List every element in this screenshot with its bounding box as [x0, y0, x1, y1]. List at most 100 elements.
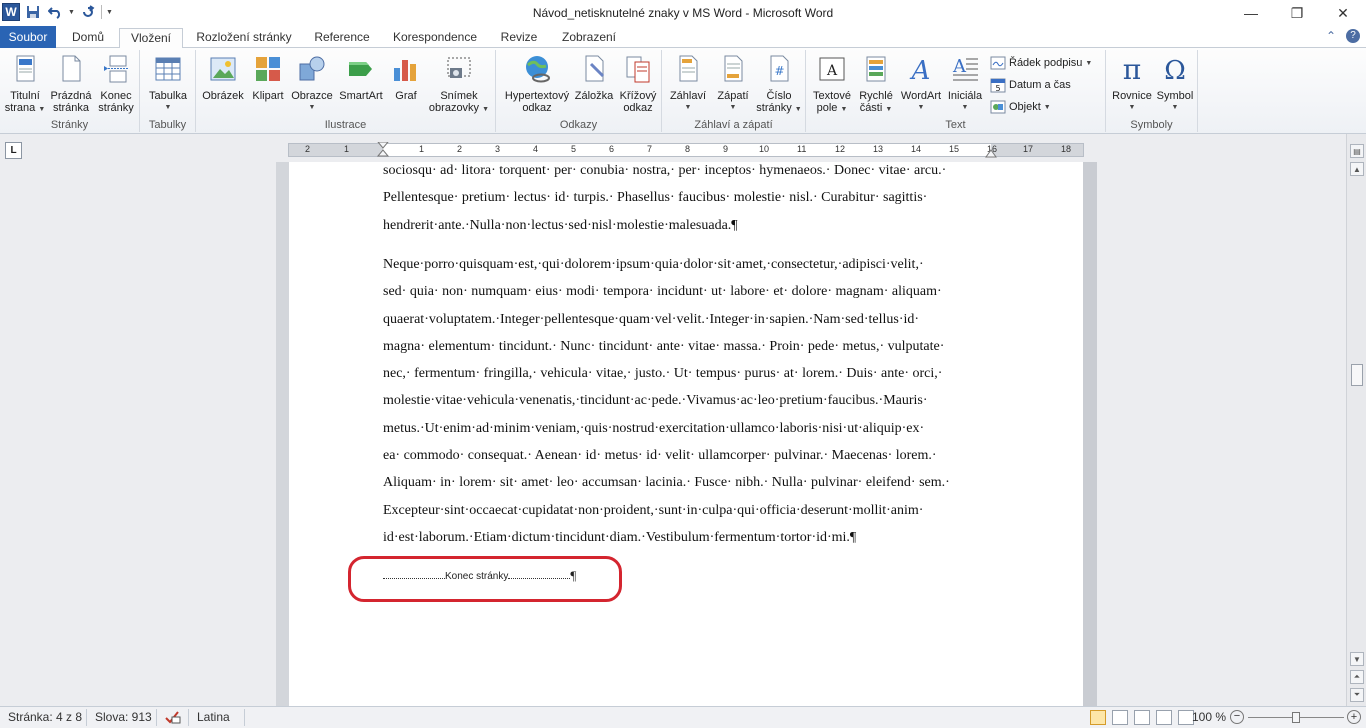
tab-insert[interactable]: Vložení	[119, 28, 183, 49]
minimize-icon[interactable]: —	[1228, 0, 1274, 26]
cover-page-icon	[16, 55, 35, 82]
quick-parts-button[interactable]: Rychlé části ▼	[856, 54, 896, 116]
screenshot-button[interactable]: Snímek obrazovky ▼	[426, 54, 492, 116]
svg-text:A: A	[910, 56, 931, 84]
tab-file[interactable]: Soubor	[0, 26, 56, 48]
minimize-ribbon-icon[interactable]: ⌃	[1326, 29, 1336, 43]
calendar-icon: 5	[990, 78, 1006, 93]
chart-icon	[394, 60, 416, 81]
tab-view[interactable]: Zobrazení	[554, 28, 624, 48]
picture-icon	[210, 57, 236, 81]
print-layout-icon[interactable]	[1090, 710, 1106, 725]
footer-icon	[724, 55, 743, 82]
page-number-icon: #	[770, 55, 789, 82]
smartart-icon	[349, 62, 372, 76]
status-bar: Stránka: 4 z 8 Slova: 913 Latina 100 % −…	[0, 706, 1366, 728]
svg-text:5: 5	[995, 84, 1000, 93]
previous-page-icon[interactable]: ⏶	[1350, 670, 1364, 684]
tab-selector[interactable]: L	[5, 142, 22, 159]
next-page-icon[interactable]: ⏷	[1350, 688, 1364, 702]
header-icon	[679, 55, 698, 82]
zoom-out-icon[interactable]: −	[1230, 710, 1244, 724]
quick-parts-icon	[866, 56, 886, 82]
bookmark-icon	[585, 55, 605, 82]
cover-page-button[interactable]: Titulní strana ▼	[3, 54, 47, 116]
ribbon-tabs: Soubor Domů Vložení Rozložení stránky Re…	[0, 26, 1366, 49]
object-button[interactable]: Objekt ▼	[990, 97, 1051, 117]
document-page[interactable]: sociosqu· ad· litora· torquent· per· con…	[289, 162, 1083, 706]
svg-text:A: A	[826, 63, 838, 79]
full-screen-reading-icon[interactable]	[1112, 710, 1128, 725]
scroll-up-icon[interactable]: ▲	[1350, 162, 1364, 176]
tab-references[interactable]: Reference	[306, 28, 378, 48]
date-time-button[interactable]: 5 Datum a čas	[990, 75, 1071, 95]
footer-button[interactable]: Zápatí ▼	[712, 54, 754, 114]
window-controls: — ❐ ✕	[1228, 0, 1366, 26]
tab-page-layout[interactable]: Rozložení stránky	[190, 28, 298, 48]
web-layout-icon[interactable]	[1134, 710, 1150, 725]
close-icon[interactable]: ✕	[1320, 0, 1366, 26]
equation-button[interactable]: π Rovnice ▼	[1110, 53, 1154, 114]
screenshot-icon	[447, 57, 471, 78]
drop-cap-icon: A	[952, 56, 978, 81]
smartart-button[interactable]: SmartArt	[336, 54, 386, 102]
page-count[interactable]: Stránka: 4 z 8	[8, 710, 82, 724]
symbol-button[interactable]: Ω Symbol ▼	[1154, 54, 1196, 114]
zoom-level[interactable]: 100 %	[1192, 710, 1226, 724]
wordart-button[interactable]: A WordArt ▼	[898, 54, 944, 114]
page-break-button[interactable]: Konec stránky	[94, 54, 138, 114]
table-button[interactable]: Tabulka ▼	[145, 54, 191, 114]
page-shadow	[1083, 162, 1097, 706]
svg-text:#: #	[774, 64, 784, 78]
ribbon: Titulní strana ▼ Prázdná stránka Konec s…	[0, 48, 1366, 134]
drop-cap-button[interactable]: A Iniciála ▼	[944, 54, 986, 114]
blank-page-button[interactable]: Prázdná stránka	[49, 54, 93, 114]
bookmark-button[interactable]: Záložka	[574, 54, 614, 102]
scroll-down-icon[interactable]: ▼	[1350, 652, 1364, 666]
svg-text:A: A	[952, 56, 967, 77]
vertical-scrollbar[interactable]: ▤ ▲ ▼ ⏶ ⏷	[1346, 134, 1366, 706]
group-header-footer: Záhlaví ▼ Zápatí ▼ # Číslo stránky ▼ Záh…	[662, 50, 806, 132]
table-icon	[155, 57, 181, 81]
view-ruler-icon[interactable]: ▤	[1350, 144, 1364, 158]
tab-home[interactable]: Domů	[62, 28, 114, 48]
red-highlight-circle	[348, 556, 622, 602]
omega-icon: Ω	[1164, 56, 1186, 86]
zoom-slider-thumb[interactable]	[1292, 712, 1300, 723]
proofing-icon[interactable]	[164, 710, 182, 725]
text-box-button[interactable]: A Textové pole ▼	[810, 54, 854, 116]
group-symbols: π Rovnice ▼ Ω Symbol ▼ Symboly	[1106, 50, 1198, 132]
tab-mailings[interactable]: Korespondence	[386, 28, 484, 48]
language-indicator[interactable]: Latina	[197, 710, 230, 724]
horizontal-ruler[interactable]: 2 1 1 2 3 4 5 6 7 8 9 10 11 12 13 14 15 …	[288, 142, 1084, 158]
outline-view-icon[interactable]	[1156, 710, 1172, 725]
paragraph-2: Neque·porro·quisquam·est,·qui·dolorem·ip…	[383, 257, 950, 545]
maximize-icon[interactable]: ❐	[1274, 0, 1320, 26]
vertical-ruler[interactable]	[276, 162, 289, 706]
paragraph-1: sociosqu· ad· litora· torquent· per· con…	[383, 163, 947, 233]
group-tables: Tabulka ▼ Tabulky	[140, 50, 196, 132]
word-count[interactable]: Slova: 913	[95, 710, 152, 724]
hyperlink-icon	[526, 56, 550, 83]
document-area: sociosqu· ad· litora· torquent· per· con…	[0, 162, 1346, 706]
zoom-in-icon[interactable]: +	[1347, 710, 1361, 724]
group-pages: Titulní strana ▼ Prázdná stránka Konec s…	[0, 50, 140, 132]
text-box-icon: A	[819, 57, 845, 81]
cross-reference-icon	[626, 56, 650, 83]
page-number-button[interactable]: # Číslo stránky ▼	[756, 54, 802, 116]
view-buttons	[1090, 710, 1194, 725]
clipart-icon	[256, 57, 280, 81]
hyperlink-button[interactable]: Hypertextový odkaz	[502, 54, 572, 114]
chart-button[interactable]: Graf	[388, 54, 424, 102]
scrollbar-thumb[interactable]	[1351, 364, 1363, 386]
signature-line-button[interactable]: Řádek podpisu ▼	[990, 53, 1092, 73]
cross-reference-button[interactable]: Křížový odkaz	[616, 54, 660, 114]
header-button[interactable]: Záhlaví ▼	[666, 54, 710, 114]
indent-marker-icon[interactable]	[377, 142, 389, 158]
help-icon[interactable]: ?	[1346, 29, 1360, 43]
signature-line-icon	[990, 56, 1006, 70]
shapes-button[interactable]: Obrazce ▼	[290, 54, 334, 114]
tab-review[interactable]: Revize	[492, 28, 546, 48]
picture-button[interactable]: Obrázek	[200, 54, 246, 102]
clipart-button[interactable]: Klipart	[248, 54, 288, 102]
